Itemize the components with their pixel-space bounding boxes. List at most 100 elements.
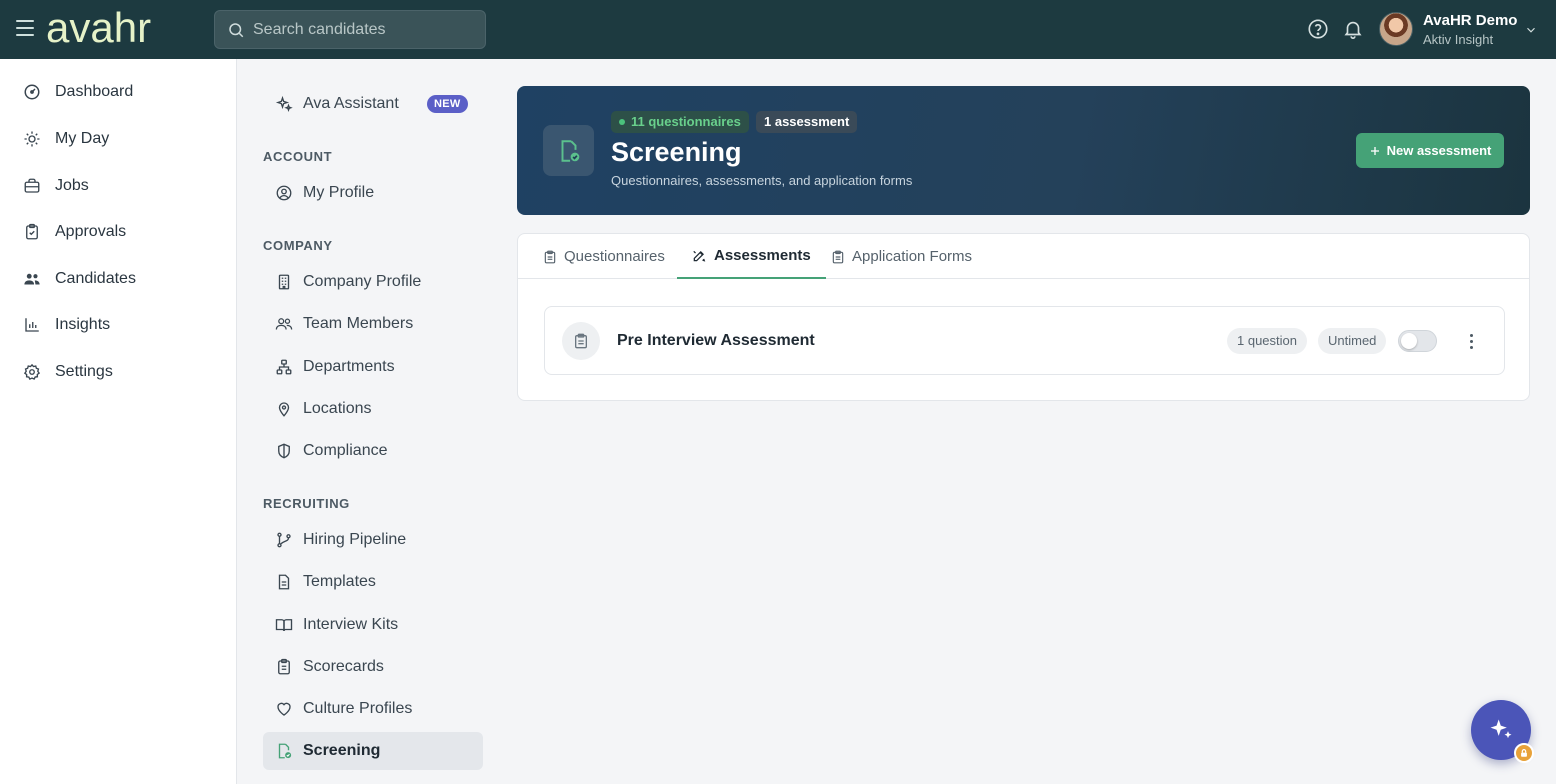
nav-item-my-day[interactable]: My Day [0,119,237,159]
nav-item-insights[interactable]: Insights [0,305,237,345]
new-assessment-button[interactable]: New assessment [1356,133,1504,168]
search-input[interactable] [253,20,473,39]
edit-icon [692,249,706,263]
timing-badge: Untimed [1318,328,1387,354]
tab-assessments[interactable]: Assessments [677,234,826,279]
nav-label: Jobs [55,177,89,194]
sidebar-item-locations[interactable]: Locations [263,390,483,428]
file-text-icon [275,573,293,591]
nav-label: Settings [55,363,113,380]
map-pin-icon [275,400,293,418]
sparkle-icon [275,95,293,113]
tab-questionnaires[interactable]: Questionnaires [544,234,665,279]
briefcase-icon [23,177,41,195]
nav-label: Candidates [55,270,136,287]
tab-label: Questionnaires [564,248,665,265]
sidebar-item-departments[interactable]: Departments [263,348,483,386]
chevron-down-icon[interactable] [1524,23,1538,37]
assessment-title[interactable]: Pre Interview Assessment [617,332,815,350]
search-box[interactable] [214,10,486,49]
main-nav: Dashboard My Day Jobs Approvals Candidat… [0,59,237,784]
sidebar-item-company-profile[interactable]: Company Profile [263,263,483,301]
dashboard-icon [23,83,41,101]
page-subtitle: Questionnaires, assessments, and applica… [611,173,913,188]
section-heading-account: ACCOUNT [263,149,333,164]
clipboard-list-icon [275,658,293,676]
plus-icon [1370,146,1379,155]
assessments-count-badge: 1 assessment [756,111,858,133]
screening-header: 11 questionnaires 1 assessment Screening… [517,86,1530,215]
git-branch-icon [275,531,293,549]
sidebar-item-label: Ava Assistant [303,95,399,112]
sidebar-item-label: Team Members [303,315,414,332]
heart-icon [275,700,293,718]
help-icon[interactable] [1307,18,1329,40]
bar-chart-icon [23,316,41,334]
tab-bar: Questionnaires Assessments Application F… [518,234,1529,279]
top-bar: avahr AvaHR Demo Aktiv Insight [0,0,1556,59]
screening-card: Questionnaires Assessments Application F… [517,233,1530,401]
menu-icon[interactable] [16,20,34,36]
sidebar-item-label: Hiring Pipeline [303,531,407,548]
clipboard-icon [832,250,844,264]
sidebar-item-compliance[interactable]: Compliance [263,432,483,470]
nav-item-jobs[interactable]: Jobs [0,166,237,206]
clipboard-icon [562,322,600,360]
assessment-row[interactable]: Pre Interview Assessment 1 question Unti… [544,306,1505,375]
sidebar-item-hiring-pipeline[interactable]: Hiring Pipeline [263,521,483,559]
nav-item-dashboard[interactable]: Dashboard [0,72,237,112]
file-check-icon [543,125,594,176]
settings-sidebar: Ava Assistant NEW ACCOUNT My Profile COM… [237,59,503,784]
nav-label: Approvals [55,223,127,240]
sidebar-item-label: Interview Kits [303,616,399,633]
book-open-icon [275,616,293,634]
sidebar-item-label: Locations [303,400,372,417]
sidebar-item-ava-assistant[interactable]: Ava Assistant NEW [263,85,483,123]
section-heading-company: COMPANY [263,238,333,253]
assessment-enabled-toggle[interactable] [1398,330,1437,352]
shield-icon [275,442,293,460]
users-icon [23,270,41,288]
sidebar-item-label: Scorecards [303,658,384,675]
tab-application-forms[interactable]: Application Forms [832,234,972,279]
question-count-badge: 1 question [1227,328,1307,354]
page-title: Screening [611,137,742,167]
gear-icon [23,363,41,381]
sidebar-item-label: Compliance [303,442,388,459]
user-circle-icon [275,184,293,202]
section-heading-recruiting: RECRUITING [263,496,350,511]
sidebar-item-templates[interactable]: Templates [263,563,483,601]
user-name[interactable]: AvaHR Demo [1423,12,1517,29]
sidebar-item-screening[interactable]: Screening [263,732,483,770]
sidebar-item-interview-kits[interactable]: Interview Kits [263,606,483,644]
sidebar-item-my-profile[interactable]: My Profile [263,174,483,212]
user-org: Aktiv Insight [1423,32,1494,47]
questionnaires-count-badge: 11 questionnaires [611,111,749,133]
logo[interactable]: avahr [46,6,151,50]
nav-item-settings[interactable]: Settings [0,352,237,392]
avatar[interactable] [1379,12,1413,46]
sun-icon [23,130,41,148]
lock-icon [1514,743,1534,763]
org-chart-icon [275,358,293,376]
sidebar-item-label: Departments [303,358,395,375]
sidebar-item-label: Templates [303,573,376,590]
nav-label: Dashboard [55,83,134,100]
sidebar-item-scorecards[interactable]: Scorecards [263,648,483,686]
users-icon [275,315,293,333]
sidebar-item-culture-profiles[interactable]: Culture Profiles [263,690,483,728]
nav-item-approvals[interactable]: Approvals [0,212,237,252]
bell-icon[interactable] [1342,18,1364,40]
nav-label: My Day [55,130,110,147]
clipboard-check-icon [23,223,41,241]
nav-item-candidates[interactable]: Candidates [0,259,237,299]
clipboard-icon [544,250,556,264]
building-icon [275,273,293,291]
tab-label: Application Forms [852,248,973,265]
sidebar-item-team-members[interactable]: Team Members [263,305,483,343]
new-badge: NEW [427,95,468,113]
more-options-icon[interactable] [1463,332,1479,350]
tab-label: Assessments [714,247,811,264]
file-check-icon [275,742,293,760]
new-assessment-label: New assessment [1386,143,1492,158]
